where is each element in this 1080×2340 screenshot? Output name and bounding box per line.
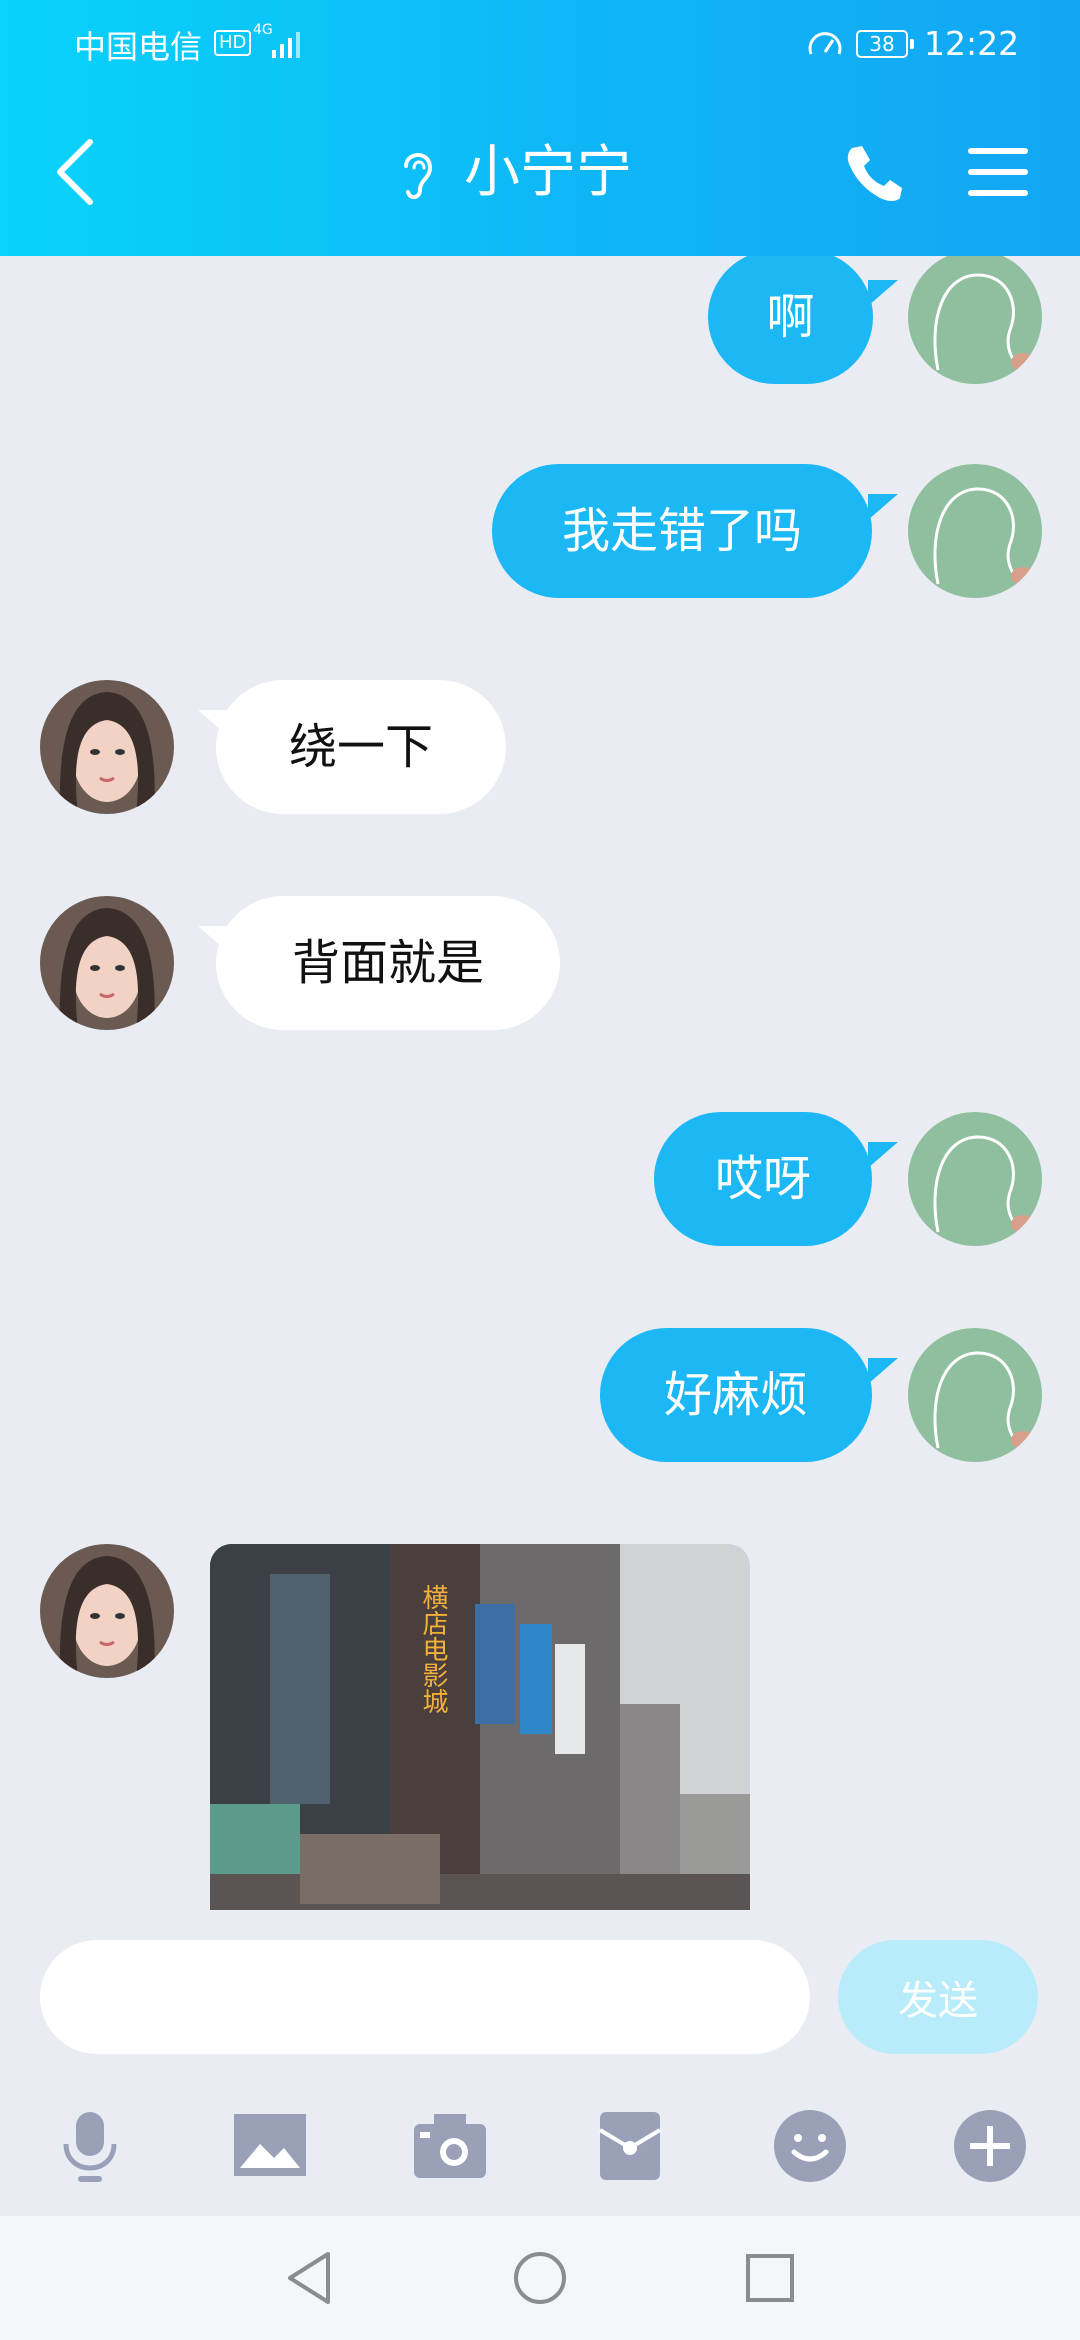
bubble-tail (868, 494, 898, 520)
red-packet-icon[interactable] (590, 2106, 670, 2186)
message-text: 啊 (766, 289, 815, 345)
message-bubble-outgoing[interactable]: 好麻烦 (600, 1328, 872, 1462)
contact-avatar[interactable] (40, 680, 174, 814)
clock: 12:22 (924, 24, 1020, 63)
input-toolbar (0, 2080, 1080, 2216)
phone-call-button[interactable] (840, 140, 908, 208)
message-list[interactable]: 啊 我走错了吗 绕一下 背面就是 哎呀 好麻烦 横店电影城 (0, 256, 1080, 1910)
camera-icon[interactable] (410, 2106, 490, 2186)
chat-title: 小宁宁 (464, 140, 632, 205)
my-avatar[interactable] (908, 464, 1042, 598)
ear-icon (404, 153, 433, 199)
message-bubble-incoming[interactable]: 绕一下 (216, 680, 506, 814)
my-avatar[interactable] (908, 256, 1042, 384)
my-avatar[interactable] (908, 1328, 1042, 1462)
send-button[interactable]: 发送 (838, 1940, 1038, 2054)
plus-icon[interactable] (950, 2106, 1030, 2186)
message-bubble-outgoing[interactable]: 啊 (708, 256, 873, 384)
message-bubble-outgoing[interactable]: 我走错了吗 (492, 464, 872, 598)
contact-avatar[interactable] (40, 896, 174, 1030)
hd-badge: HD (214, 30, 252, 56)
nav-recents-icon[interactable] (740, 2248, 800, 2308)
message-text: 绕一下 (288, 719, 433, 775)
message-text: 好麻烦 (663, 1367, 808, 1423)
nav-home-icon[interactable] (510, 2248, 570, 2308)
message-input[interactable] (40, 1940, 810, 2054)
emoji-icon[interactable] (770, 2106, 850, 2186)
message-text: 哎呀 (714, 1151, 811, 1207)
speedometer-icon (808, 32, 842, 55)
message-bubble-outgoing[interactable]: 哎呀 (654, 1112, 872, 1246)
contact-avatar[interactable] (40, 1544, 174, 1678)
signal-icon (272, 32, 300, 58)
storefront-sign-text: 横店电影城 (418, 1584, 448, 1714)
nav-back-icon[interactable] (280, 2248, 340, 2308)
image-icon[interactable] (230, 2106, 310, 2186)
carrier-label: 中国电信 (74, 28, 203, 66)
message-bubble-incoming[interactable]: 背面就是 (216, 896, 560, 1030)
bubble-tail (868, 1142, 898, 1168)
my-avatar[interactable] (908, 1112, 1042, 1246)
menu-button[interactable] (966, 144, 1030, 200)
battery-indicator: 38 (856, 30, 914, 58)
message-text: 背面就是 (291, 935, 484, 991)
system-navigation-bar (0, 2216, 1080, 2340)
microphone-icon[interactable] (50, 2106, 130, 2186)
bubble-tail (868, 280, 898, 306)
image-message[interactable]: 横店电影城 (210, 1544, 750, 1910)
message-text: 我走错了吗 (561, 503, 802, 559)
back-button[interactable] (40, 132, 110, 212)
chat-header: 中国电信 HD 4G 38 12:22 小宁宁 (0, 0, 1080, 256)
status-bar: 中国电信 HD 4G 38 12:22 (0, 0, 1080, 90)
bubble-tail (868, 1358, 898, 1384)
